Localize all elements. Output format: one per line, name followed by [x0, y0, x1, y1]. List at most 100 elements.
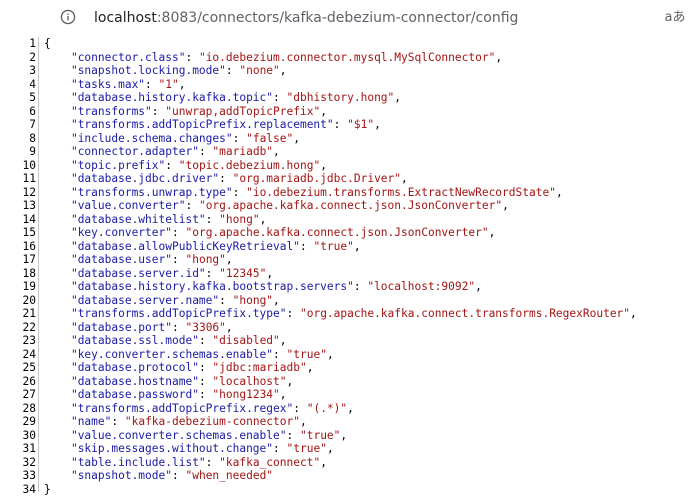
json-value: "(.*)" [307, 402, 347, 415]
code-line: 20 "database.server.name": "hong", [0, 294, 700, 308]
code-text: { [44, 37, 51, 51]
line-number: 14 [0, 213, 36, 227]
json-key: "transforms.addTopicPrefix.replacement" [71, 118, 334, 131]
json-key: "snapshot.mode" [71, 469, 172, 482]
line-number: 3 [0, 64, 36, 78]
json-value: "hong1234" [212, 388, 279, 401]
json-value: "hong" [185, 253, 225, 266]
line-number: 23 [0, 334, 36, 348]
code-line: 16 "database.allowPublicKeyRetrieval": "… [0, 240, 700, 254]
json-key: "database.ssl.mode" [71, 334, 199, 347]
code-line: 11 "database.jdbc.driver": "org.mariadb.… [0, 172, 700, 186]
json-key: "database.password" [71, 388, 199, 401]
code-line: 19 "database.history.kafka.bootstrap.ser… [0, 280, 700, 294]
code-line: 30 "value.converter.schemas.enable": "tr… [0, 429, 700, 443]
line-number: 11 [0, 172, 36, 186]
line-number: 29 [0, 415, 36, 429]
code-text: "transforms.addTopicPrefix.replacement":… [44, 118, 381, 132]
code-text: "transforms.unwrap.type": "io.debezium.t… [44, 186, 563, 200]
url-host: localhost [94, 10, 157, 26]
code-text: "tasks.max": "1", [44, 78, 186, 92]
line-number: 16 [0, 240, 36, 254]
brace: } [44, 483, 51, 496]
code-text: } [44, 483, 51, 496]
json-value: "org.apache.kafka.connect.json.JsonConve… [199, 199, 502, 212]
code-line: 18 "database.server.id": "12345", [0, 267, 700, 281]
json-key: "tasks.max" [71, 78, 145, 91]
json-value: "3306" [185, 321, 225, 334]
line-number: 24 [0, 348, 36, 362]
code-line: 7 "transforms.addTopicPrefix.replacement… [0, 118, 700, 132]
json-key: "connector.adapter" [71, 145, 199, 158]
json-value: "unwrap,addTopicPrefix" [165, 105, 320, 118]
code-line: 1{ [0, 37, 700, 51]
json-key: "database.whitelist" [71, 213, 206, 226]
address-bar[interactable]: localhost:8083/connectors/kafka-debezium… [0, 0, 700, 36]
line-number: 21 [0, 307, 36, 321]
json-value: "true" [287, 348, 327, 361]
code-line: 15 "key.converter": "org.apache.kafka.co… [0, 226, 700, 240]
line-number: 25 [0, 361, 36, 375]
json-value: "topic.debezium.hong" [179, 159, 320, 172]
line-number: 8 [0, 132, 36, 146]
json-key: "table.include.list" [71, 456, 206, 469]
line-number: 10 [0, 159, 36, 173]
code-line: 6 "transforms": "unwrap,addTopicPrefix", [0, 105, 700, 119]
json-value: "io.debezium.transforms.ExtractNewRecord… [246, 186, 556, 199]
json-value: "localhost" [212, 375, 286, 388]
code-line: 22 "database.port": "3306", [0, 321, 700, 335]
json-key: "value.converter.schemas.enable" [71, 429, 287, 442]
json-value: "jdbc:mariadb" [212, 361, 306, 374]
json-value: "none" [239, 64, 279, 77]
json-value: "org.apache.kafka.connect.json.JsonConve… [185, 226, 488, 239]
line-number: 12 [0, 186, 36, 200]
code-text: "database.server.id": "12345", [44, 267, 273, 281]
code-line: 32 "table.include.list": "kafka_connect"… [0, 456, 700, 470]
code-line: 26 "database.hostname": "localhost", [0, 375, 700, 389]
line-number: 31 [0, 442, 36, 456]
json-value: "hong" [233, 294, 273, 307]
json-value: "io.debezium.connector.mysql.MySqlConnec… [199, 51, 495, 64]
code-text: "connector.adapter": "mariadb", [44, 145, 280, 159]
code-line: 34} [0, 483, 700, 496]
line-number: 4 [0, 78, 36, 92]
code-line: 17 "database.user": "hong", [0, 253, 700, 267]
code-text: "transforms.addTopicPrefix.type": "org.a… [44, 307, 637, 321]
json-key: "database.port" [71, 321, 172, 334]
line-number: 9 [0, 145, 36, 159]
code-line: 31 "skip.messages.without.change": "true… [0, 442, 700, 456]
line-number: 20 [0, 294, 36, 308]
code-text: "include.schema.changes": "false", [44, 132, 300, 146]
code-line: 33 "snapshot.mode": "when_needed" [0, 469, 700, 483]
code-line: 25 "database.protocol": "jdbc:mariadb", [0, 361, 700, 375]
code-text: "database.history.kafka.topic": "dbhisto… [44, 91, 401, 105]
url-text[interactable]: localhost:8083/connectors/kafka-debezium… [94, 9, 518, 27]
line-number: 32 [0, 456, 36, 470]
code-text: "topic.prefix": "topic.debezium.hong", [44, 159, 327, 173]
info-icon[interactable] [60, 9, 76, 25]
line-number: 17 [0, 253, 36, 267]
line-number: 2 [0, 51, 36, 65]
code-text: "connector.class": "io.debezium.connecto… [44, 51, 502, 65]
json-value: "true" [313, 240, 353, 253]
json-value: "12345" [219, 267, 266, 280]
code-text: "database.hostname": "localhost", [44, 375, 293, 389]
json-key: "key.converter" [71, 226, 172, 239]
translate-icon[interactable]: aあ [664, 8, 686, 28]
line-number: 27 [0, 388, 36, 402]
json-key: "database.protocol" [71, 361, 199, 374]
json-value: "dbhistory.hong" [287, 91, 395, 104]
json-value: "localhost:9092" [367, 280, 475, 293]
code-text: "database.user": "hong", [44, 253, 233, 267]
json-key: "connector.class" [71, 51, 186, 64]
code-line: 3 "snapshot.locking.mode": "none", [0, 64, 700, 78]
line-number: 5 [0, 91, 36, 105]
code-text: "snapshot.locking.mode": "none", [44, 64, 287, 78]
json-value: "org.mariadb.jdbc.Driver" [233, 172, 401, 185]
json-key: "skip.messages.without.change" [71, 442, 273, 455]
code-text: "database.jdbc.driver": "org.mariadb.jdb… [44, 172, 408, 186]
line-number: 15 [0, 226, 36, 240]
code-text: "database.password": "hong1234", [44, 388, 287, 402]
json-key: "topic.prefix" [71, 159, 165, 172]
json-key: "key.converter.schemas.enable" [71, 348, 273, 361]
